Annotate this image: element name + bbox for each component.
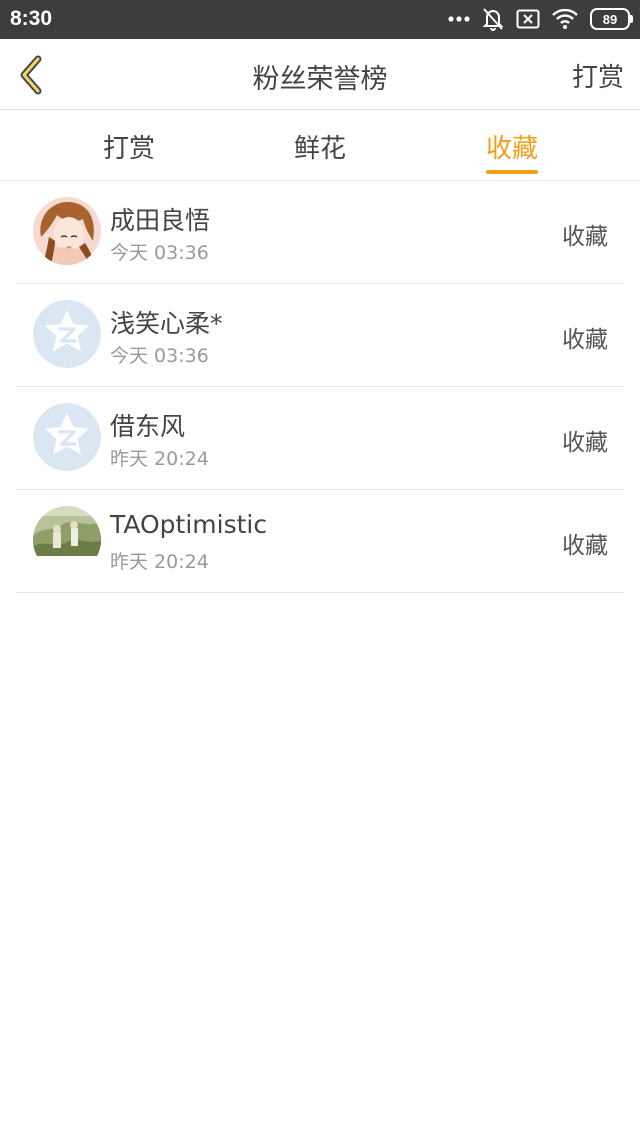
action-label: 收藏: [562, 224, 608, 250]
active-tab-indicator: [486, 170, 538, 174]
user-time: 今天 03:36: [110, 345, 209, 367]
avatar: [33, 506, 101, 574]
reward-button[interactable]: 打赏: [572, 57, 624, 94]
avatar: [33, 197, 101, 265]
list-item[interactable]: 成田良悟 今天 03:36 收藏: [16, 181, 624, 284]
fan-list: 成田良悟 今天 03:36 收藏 浅笑心柔* 今天 03:36 收藏 借东风 昨…: [0, 181, 640, 593]
user-name: 浅笑心柔*: [110, 309, 223, 338]
wifi-icon: [552, 9, 578, 29]
user-time: 昨天 20:24: [110, 551, 209, 573]
action-label: 收藏: [562, 327, 608, 353]
header: 粉丝荣誉榜 打赏: [0, 39, 640, 110]
user-name: TAOptimistic: [110, 510, 268, 539]
bell-off-icon: [482, 7, 504, 31]
page-title: 粉丝荣誉榜: [252, 64, 388, 95]
action-label: 收藏: [562, 533, 608, 559]
status-time: 8:30: [10, 7, 53, 30]
list-item[interactable]: 借东风 昨天 20:24 收藏: [16, 387, 624, 490]
list-item[interactable]: TAOptimistic 昨天 20:24 收藏: [16, 490, 624, 593]
user-name: 成田良悟: [110, 206, 211, 235]
battery-icon: 89: [590, 8, 633, 30]
battery-level: 89: [602, 11, 618, 27]
sim-off-icon: [516, 9, 540, 29]
list-item[interactable]: 浅笑心柔* 今天 03:36 收藏: [16, 284, 624, 387]
default-avatar-icon: [33, 300, 101, 368]
status-bar: 8:30 89: [0, 0, 640, 39]
tab-flowers[interactable]: 鲜花: [260, 128, 380, 165]
user-name: 借东风: [110, 412, 186, 441]
status-icons: 89: [448, 6, 633, 32]
tab-favorites[interactable]: 收藏: [452, 128, 572, 165]
more-dots-icon: [448, 15, 470, 23]
default-avatar-icon: [33, 403, 101, 471]
user-time: 昨天 20:24: [110, 448, 209, 470]
tab-bar: 打赏 鲜花 收藏: [0, 110, 640, 181]
action-label: 收藏: [562, 430, 608, 456]
tab-reward[interactable]: 打赏: [69, 128, 189, 165]
user-time: 今天 03:36: [110, 242, 209, 264]
